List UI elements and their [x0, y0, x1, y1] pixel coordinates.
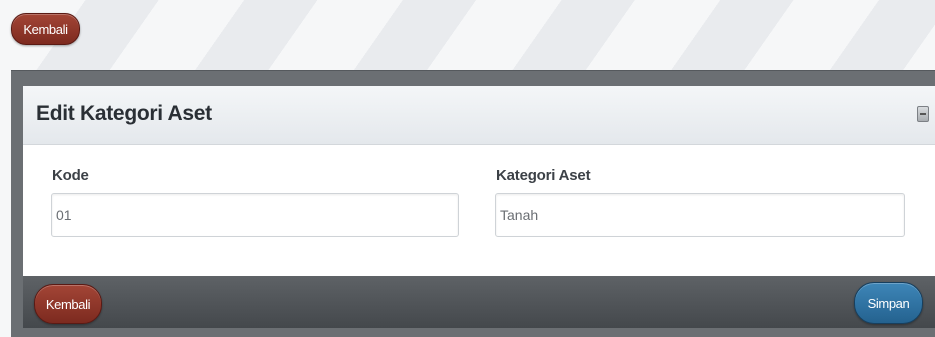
collapse-icon[interactable] [917, 106, 929, 122]
kategori-aset-label: Kategori Aset [496, 167, 591, 184]
back-button-footer[interactable]: Kembali [34, 284, 102, 324]
panel-header: Edit Kategori Aset [23, 86, 935, 145]
back-button-top[interactable]: Kembali [11, 13, 80, 45]
page-background [0, 0, 935, 80]
edit-panel: Edit Kategori Aset Kode Kategori Aset [23, 86, 935, 276]
save-button[interactable]: Simpan [854, 282, 923, 324]
panel-footer [23, 276, 935, 328]
panel-title: Edit Kategori Aset [36, 102, 212, 125]
edit-panel-container: Edit Kategori Aset Kode Kategori Aset Ke… [11, 70, 935, 337]
kode-label: Kode [52, 167, 89, 184]
kategori-aset-input[interactable] [495, 193, 905, 237]
kode-input[interactable] [51, 193, 459, 237]
